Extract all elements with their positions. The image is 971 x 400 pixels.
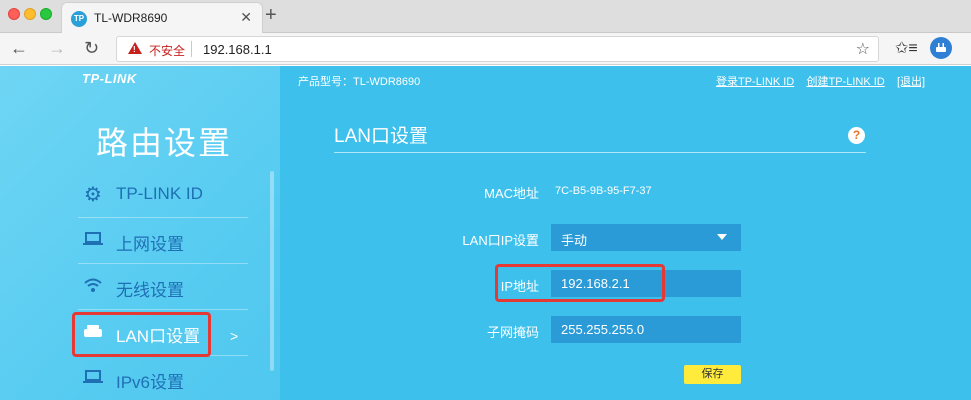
sidebar-item-internet[interactable]: 上网设置 (78, 218, 248, 264)
sidebar-item-ipv6[interactable]: IPv6设置 (78, 356, 248, 400)
highlight-box-lan-item (72, 312, 211, 357)
lan-ip-mode-value: 手动 (561, 233, 588, 248)
title-divider (334, 152, 866, 153)
maximize-window-button[interactable] (40, 8, 52, 20)
laptop-icon (82, 368, 104, 390)
sidebar-item-label: 无线设置 (116, 281, 184, 300)
help-icon[interactable]: ? (848, 127, 865, 144)
bookmark-star-icon[interactable]: ☆ (856, 39, 870, 59)
browser-tab[interactable]: TP TL-WDR8690 ✕ (61, 2, 263, 33)
sidebar-item-label: 上网设置 (116, 235, 184, 254)
page-title: LAN口设置 (334, 126, 428, 147)
subnet-mask-label: 子网掩码 (486, 325, 539, 340)
save-button[interactable]: 保存 (684, 365, 741, 384)
profile-icon[interactable] (930, 37, 952, 59)
wifi-icon (82, 276, 104, 298)
forward-arrow-icon[interactable]: → (48, 36, 66, 60)
tp-link-favicon-icon: TP (71, 11, 87, 27)
login-link[interactable]: 登录TP-LINK ID (716, 76, 794, 88)
active-item-arrow: > (230, 328, 239, 344)
router-admin-page: TP-LINK 路由设置 ⚙ TP-LINK ID 上网设置 无线设置 LAN口… (0, 66, 971, 400)
back-arrow-icon[interactable]: ← (10, 36, 28, 60)
lan-ip-setting-label: LAN口IP设置 (462, 233, 539, 248)
new-tab-button[interactable]: + (265, 4, 277, 27)
reload-icon[interactable]: ↻ (84, 36, 99, 60)
logout-link[interactable]: [退出] (897, 76, 925, 88)
sidebar-item-wireless[interactable]: 无线设置 (78, 264, 248, 310)
tp-link-logo: TP-LINK (82, 71, 137, 86)
lan-ip-mode-select[interactable]: 手动 (551, 224, 741, 251)
sidebar-item-tp-link-id[interactable]: ⚙ TP-LINK ID (78, 172, 248, 218)
url-separator (191, 41, 192, 57)
sidebar: TP-LINK 路由设置 ⚙ TP-LINK ID 上网设置 无线设置 LAN口… (0, 66, 280, 400)
tab-title: TL-WDR8690 (94, 11, 168, 25)
not-secure-label[interactable]: 不安全 (149, 42, 185, 59)
browser-tab-bar: TP TL-WDR8690 ✕ + (0, 0, 971, 33)
sidebar-scrollbar[interactable] (270, 171, 274, 371)
chevron-down-icon (717, 234, 727, 240)
account-links: 登录TP-LINK ID 创建TP-LINK ID [退出] (716, 73, 925, 89)
mac-address-value: 7C-B5-9B-95-F7-37 (555, 185, 652, 197)
sidebar-title: 路由设置 (96, 125, 233, 161)
sidebar-item-label: IPv6设置 (116, 373, 185, 392)
sidebar-item-label: TP-LINK ID (116, 184, 203, 203)
create-account-link[interactable]: 创建TP-LINK ID (806, 76, 884, 88)
mac-address-label: MAC地址 (484, 186, 539, 201)
gear-icon: ⚙ (84, 184, 102, 206)
subnet-mask-input[interactable]: 255.255.255.0 (551, 316, 741, 343)
close-tab-icon[interactable]: ✕ (240, 9, 252, 26)
minimize-window-button[interactable] (24, 8, 36, 20)
url-text[interactable]: 192.168.1.1 (203, 42, 272, 57)
browser-toolbar: ← → ↻ ! 不安全 192.168.1.1 ☆ (0, 33, 971, 65)
address-bar[interactable]: ! 不安全 192.168.1.1 ☆ (116, 36, 879, 62)
highlight-box-ip-field (495, 264, 665, 302)
close-window-button[interactable] (8, 8, 20, 20)
laptop-icon (82, 230, 104, 252)
product-model: 产品型号：TL-WDR8690 (298, 76, 421, 88)
favorites-list-icon[interactable]: ✩≡ (895, 38, 918, 58)
